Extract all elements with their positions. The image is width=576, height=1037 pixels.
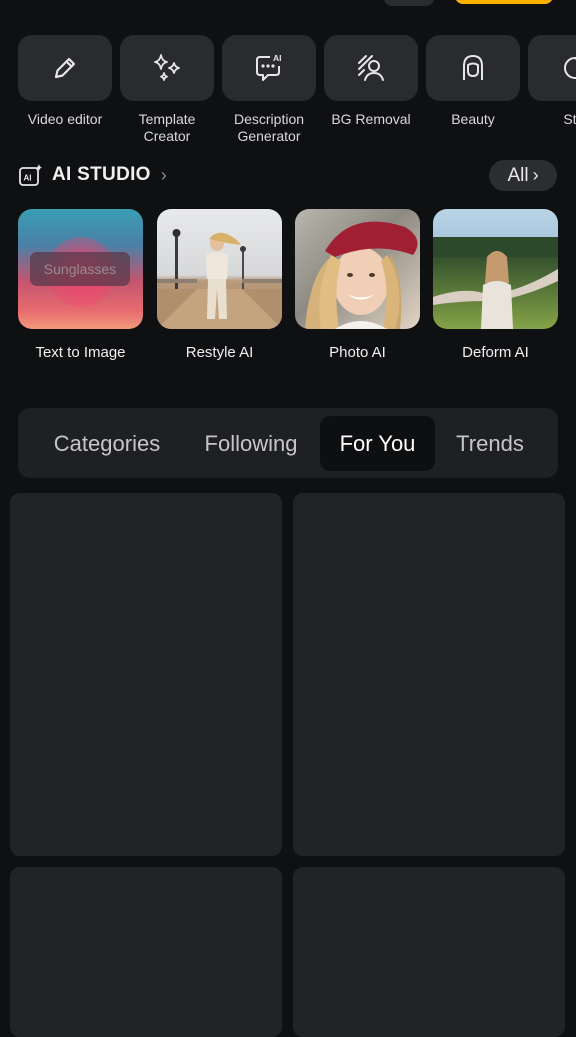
ai-studio-header[interactable]: AI AI STUDIO › [18, 160, 167, 190]
tool-label: Beauty [451, 111, 495, 127]
field-woman-photo [433, 237, 558, 329]
restyle-ai-thumbnail [157, 209, 282, 329]
feed-tile[interactable] [10, 867, 282, 1037]
top-bar-remnant [0, 0, 576, 10]
tools-row: Video editor Template Creator AI Descrip… [0, 35, 576, 155]
tab-label: Categories [53, 430, 161, 456]
photo-ai-thumbnail [295, 209, 420, 329]
prompt-chip: Sunglasses [30, 252, 130, 286]
tab-trends[interactable]: Trends [438, 416, 542, 471]
tool-label: Description Generator [233, 111, 305, 144]
tab-for-you[interactable]: For You [320, 416, 435, 471]
tool-description-generator[interactable]: AI Description Generator [222, 35, 316, 145]
pier-woman-photo [157, 229, 282, 329]
feed-tile[interactable] [10, 493, 282, 856]
tool-label: BG Removal [331, 111, 411, 127]
ai-studio-cards: Sunglasses Text to Image Restyle AI Phot… [0, 209, 576, 369]
all-button[interactable]: All › [489, 160, 557, 191]
card-label: Restyle AI [185, 344, 254, 361]
tool-label: Stic [563, 111, 576, 127]
chevron-right-icon: › [160, 164, 167, 185]
card-text-to-image[interactable]: Sunglasses Text to Image [18, 209, 143, 361]
chevron-right-icon: › [532, 165, 539, 185]
text-to-image-thumbnail: Sunglasses [18, 209, 143, 329]
feed-tile[interactable] [293, 867, 565, 1037]
top-accent-button[interactable] [455, 0, 553, 4]
all-button-label: All [507, 164, 529, 186]
card-photo-ai[interactable]: Photo AI [295, 209, 420, 361]
ai-studio-title: AI STUDIO [52, 164, 151, 185]
tool-label: Video editor [27, 111, 103, 127]
ai-studio-icon: AI [19, 164, 42, 186]
top-dark-button[interactable] [384, 0, 434, 6]
tool-label: Template Creator [138, 111, 196, 144]
svg-text:AI: AI [273, 53, 282, 63]
tool-description-generator-button[interactable]: AI [222, 35, 316, 101]
tool-template-creator[interactable]: Template Creator [120, 35, 214, 145]
card-label: Deform AI [462, 344, 529, 361]
sparkles-icon [154, 54, 180, 81]
card-label: Text to Image [35, 344, 126, 361]
tool-bg-removal-button[interactable] [324, 35, 418, 101]
tab-label: For You [339, 430, 416, 456]
card-label: Photo AI [329, 344, 386, 361]
tool-sticker-button[interactable] [528, 35, 576, 101]
tool-beauty-button[interactable] [426, 35, 520, 101]
tool-video-editor-button[interactable] [18, 35, 112, 101]
ai-chat-icon: AI [256, 53, 282, 81]
svg-text:AI: AI [24, 174, 32, 183]
tab-label: Following [204, 430, 298, 456]
sticker-icon [564, 57, 576, 79]
card-restyle-ai[interactable]: Restyle AI [157, 209, 282, 361]
tool-bg-removal[interactable]: BG Removal [324, 35, 418, 128]
tab-categories[interactable]: Categories [34, 416, 180, 471]
tool-template-creator-button[interactable] [120, 35, 214, 101]
beret-woman-photo [305, 221, 418, 329]
tab-following[interactable]: Following [186, 416, 316, 471]
deform-ai-thumbnail [433, 209, 558, 329]
tab-label: Trends [456, 430, 524, 456]
pencil-icon [54, 57, 76, 79]
person-cutout-icon [358, 55, 384, 81]
feed-tile[interactable] [293, 493, 565, 856]
card-deform-ai[interactable]: Deform AI [433, 209, 558, 361]
tool-sticker[interactable]: Stic [528, 35, 576, 128]
tool-beauty[interactable]: Beauty [426, 35, 520, 128]
tool-video-editor[interactable]: Video editor [18, 35, 112, 128]
feed-tabs: Categories Following For You Trends [18, 408, 558, 478]
face-icon [463, 55, 483, 80]
